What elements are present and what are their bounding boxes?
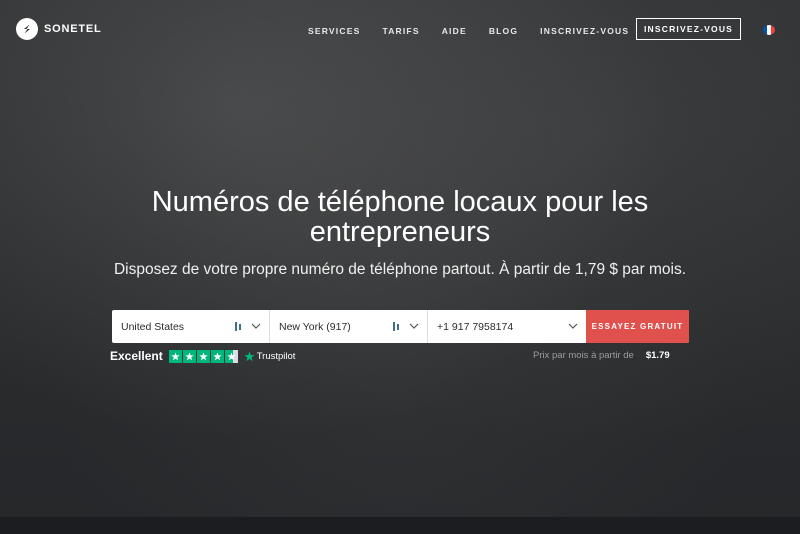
france-flag-icon[interactable] <box>763 25 775 35</box>
price-info: Prix par mois à partir de $1.79 <box>533 350 670 361</box>
price-value: $1.79 <box>645 350 670 361</box>
chevron-down-icon <box>409 323 419 329</box>
number-search-bar: United States New York (917) +1 917 7958… <box>112 310 689 343</box>
signal-bars-icon <box>393 322 399 331</box>
try-free-button[interactable]: ESSAYEZ GRATUIT <box>586 310 689 343</box>
star-icon <box>182 349 196 363</box>
brand-logo[interactable]: SONETEL <box>16 18 102 40</box>
trustpilot-rating[interactable]: Excellent Trustpilot <box>110 349 295 363</box>
trustpilot-logo: Trustpilot <box>244 350 296 362</box>
chevron-down-icon <box>251 323 261 329</box>
price-label: Prix par mois à partir de <box>533 350 634 361</box>
trustpilot-name: Trustpilot <box>256 350 296 362</box>
rating-stars <box>168 349 238 363</box>
main-nav: SERVICES TARIFS AIDE BLOG INSCRIVEZ-VOUS <box>308 26 651 36</box>
country-select[interactable]: United States <box>112 310 270 343</box>
signup-button[interactable]: INSCRIVEZ-VOUS <box>636 18 741 40</box>
hero-title: Numéros de téléphone locaux pour les ent… <box>151 186 649 249</box>
nav-item-aide[interactable]: AIDE <box>442 26 467 36</box>
nav-item-signup[interactable]: INSCRIVEZ-VOUS <box>540 26 629 36</box>
nav-item-blog[interactable]: BLOG <box>489 26 518 36</box>
city-select[interactable]: New York (917) <box>270 310 428 343</box>
signal-bars-icon <box>235 322 241 331</box>
star-icon <box>210 349 224 363</box>
site-header: SONETEL SERVICES TARIFS AIDE BLOG INSCRI… <box>0 0 800 56</box>
hero-subtitle: Disposez de votre propre numéro de télép… <box>113 260 687 278</box>
brand-name: SONETEL <box>44 23 102 35</box>
page: SONETEL SERVICES TARIFS AIDE BLOG INSCRI… <box>0 0 800 534</box>
bottom-band <box>0 517 800 534</box>
number-select[interactable]: +1 917 7958174 <box>428 310 586 343</box>
nav-item-tarifs[interactable]: TARIFS <box>382 26 419 36</box>
country-value: United States <box>121 320 185 333</box>
trustpilot-star-icon <box>244 351 255 361</box>
star-icon <box>168 349 182 363</box>
chevron-down-icon <box>568 323 578 329</box>
nav-item-services[interactable]: SERVICES <box>308 26 360 36</box>
half-star-icon <box>224 349 238 363</box>
city-value: New York (917) <box>279 320 351 333</box>
sonetel-logo-icon <box>16 18 38 40</box>
star-icon <box>196 349 210 363</box>
number-value: +1 917 7958174 <box>437 320 514 333</box>
rating-word: Excellent <box>110 349 163 363</box>
